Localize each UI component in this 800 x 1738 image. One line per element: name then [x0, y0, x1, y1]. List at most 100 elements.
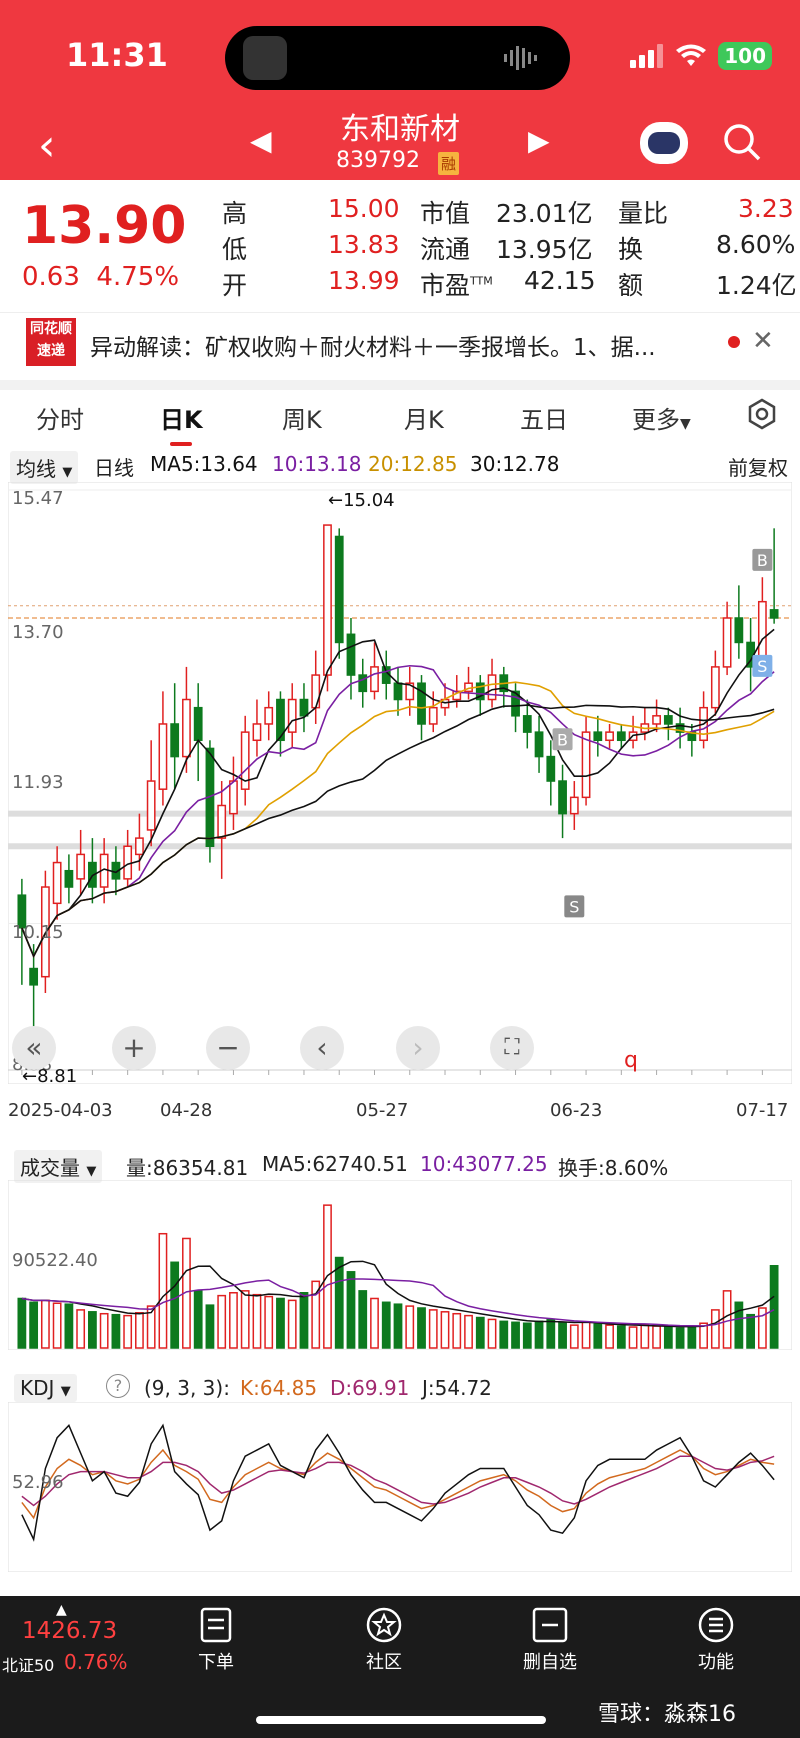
candle — [64, 869, 74, 888]
index-pct: 0.76% — [64, 1650, 128, 1674]
volume-bar — [52, 1302, 62, 1349]
volume-bar — [440, 1311, 450, 1349]
unread-dot — [728, 336, 740, 348]
volume-bar — [663, 1326, 673, 1349]
ma20-value: 20:12.85 — [368, 452, 458, 476]
candle — [29, 967, 39, 986]
quote-value: 42.15 — [524, 266, 596, 295]
volume-bar — [710, 1309, 720, 1349]
kdj-selector[interactable]: KDJ ▼ — [14, 1374, 77, 1402]
nav-community[interactable]: 社区 — [364, 1648, 404, 1674]
quote-value: 15.00 — [328, 194, 400, 223]
kdj_k-line — [21, 1448, 775, 1520]
ma20-line — [21, 681, 775, 959]
margin-badge: 融 — [438, 152, 460, 175]
status-right: 100 — [630, 42, 772, 70]
news-text[interactable]: 异动解读：矿权收购＋耐火材料＋一季报增长。1、据... — [90, 328, 656, 362]
high-marker: ←15.04 — [328, 490, 395, 511]
volume-bar — [581, 1321, 591, 1349]
date-label: 06-23 — [550, 1100, 603, 1121]
scroll-right-icon[interactable]: › — [396, 1026, 440, 1070]
menu-icon[interactable] — [696, 1606, 736, 1649]
next-stock-icon[interactable]: ▶ — [528, 124, 550, 157]
candle — [334, 535, 344, 644]
quote-label: 市盈TTM — [420, 271, 493, 300]
index-value[interactable]: 1426.73 — [22, 1618, 117, 1644]
volume-selector[interactable]: 成交量 ▼ — [14, 1150, 103, 1183]
close-icon[interactable]: ✕ — [752, 326, 774, 356]
candle — [569, 796, 579, 815]
volume-bar — [475, 1316, 485, 1349]
candle — [616, 731, 626, 742]
volume-bar — [40, 1299, 50, 1349]
tab-weekly-k[interactable]: 周K — [282, 400, 322, 435]
volume-bar — [687, 1326, 697, 1349]
kdj-chart[interactable] — [8, 1402, 792, 1572]
ma-selector[interactable]: 均线 ▼ — [10, 451, 79, 484]
volume-bar — [499, 1320, 509, 1349]
assistant-robot-icon[interactable] — [640, 122, 688, 164]
kline-chart[interactable]: B S B S — [8, 482, 792, 1084]
volume-bar — [534, 1320, 544, 1349]
nav-order[interactable]: 下单 — [196, 1648, 236, 1674]
candle — [264, 706, 274, 725]
remove-watchlist-icon[interactable] — [530, 1606, 570, 1649]
date-label: 2025-04-03 — [8, 1100, 113, 1121]
candle — [428, 706, 438, 725]
kdj-d: D:69.91 — [330, 1376, 410, 1400]
volume-bar — [640, 1324, 650, 1349]
period-label: 日线 — [94, 456, 134, 480]
volume-bar — [17, 1297, 27, 1349]
community-icon[interactable] — [364, 1606, 404, 1649]
y-axis-label: 11.93 — [12, 772, 64, 793]
volume-bar — [452, 1312, 462, 1349]
volume-bar — [99, 1312, 109, 1349]
nav-functions[interactable]: 功能 — [696, 1648, 736, 1674]
candle — [534, 731, 544, 758]
order-icon[interactable] — [196, 1606, 236, 1649]
buy-marker: B — [757, 551, 768, 570]
candle — [299, 698, 309, 717]
adjust-toggle[interactable]: 前复权 — [728, 452, 788, 481]
candle — [252, 723, 262, 742]
candle — [487, 674, 497, 701]
volume-bar — [734, 1301, 744, 1349]
volume-chart[interactable] — [8, 1180, 792, 1350]
candle — [722, 617, 732, 668]
volume-bar — [746, 1313, 756, 1349]
candle — [323, 524, 332, 676]
quote-label: 流通 — [420, 235, 471, 264]
tab-more[interactable]: 更多▼ — [632, 400, 691, 435]
zoom-out-history-icon[interactable]: « — [12, 1026, 56, 1070]
date-label: 05-27 — [356, 1100, 409, 1121]
fullscreen-icon[interactable]: ⛶ — [490, 1026, 534, 1070]
tab-intraday[interactable]: 分时 — [36, 400, 84, 435]
tab-five-day[interactable]: 五日 — [520, 400, 568, 435]
news-logo: 同花顺 速递 — [26, 318, 76, 366]
search-icon[interactable] — [722, 122, 762, 162]
volume-bar — [675, 1327, 685, 1349]
quote-label: 额 — [618, 271, 644, 300]
tab-monthly-k[interactable]: 月K — [404, 400, 444, 435]
volume-bar — [628, 1326, 638, 1349]
volume-bar — [464, 1314, 473, 1349]
tab-daily-k[interactable]: 日K — [160, 400, 203, 435]
zoom-in-icon[interactable]: + — [112, 1026, 156, 1070]
nav-remove-watchlist[interactable]: 删自选 — [520, 1648, 580, 1674]
quote-label: 高 — [222, 199, 248, 228]
candle — [158, 723, 168, 790]
volume-bar — [652, 1325, 661, 1349]
settings-icon[interactable] — [746, 398, 778, 430]
signal-icon — [630, 44, 664, 68]
home-indicator — [256, 1716, 546, 1724]
quote-label: 量比 — [618, 199, 669, 228]
help-icon[interactable]: ? — [106, 1374, 130, 1398]
volume-bar — [558, 1322, 567, 1349]
y-axis-label: 13.70 — [12, 622, 64, 643]
y-axis-label: 15.47 — [12, 488, 64, 509]
zoom-minus-icon[interactable]: − — [206, 1026, 250, 1070]
scroll-left-icon[interactable]: ‹ — [300, 1026, 344, 1070]
candle — [769, 609, 779, 619]
volume-bar — [264, 1295, 274, 1349]
volume-bar — [616, 1325, 626, 1349]
